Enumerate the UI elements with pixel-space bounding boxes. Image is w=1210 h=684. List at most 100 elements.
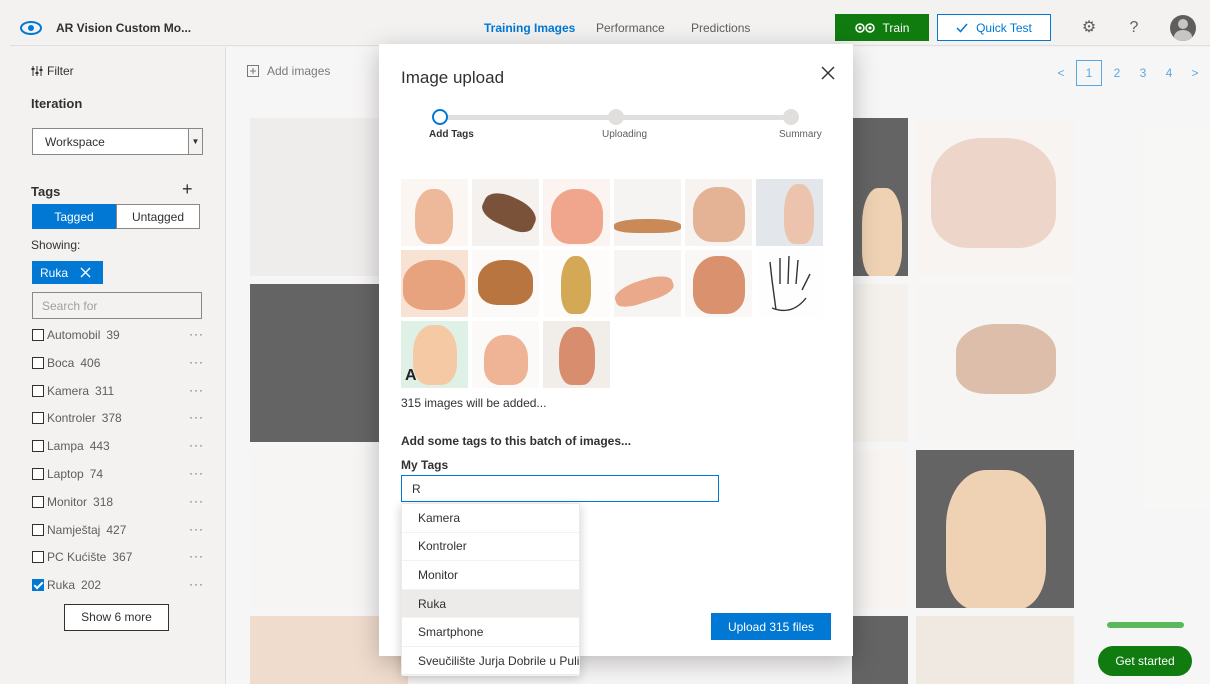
image-preview	[543, 321, 610, 388]
train-label: Train	[882, 20, 910, 35]
tag-count: 443	[89, 439, 110, 454]
filter-label: Filter	[47, 64, 74, 78]
more-options-icon[interactable]: ···	[189, 577, 204, 591]
suggestion-smartphone[interactable]: Smartphone	[402, 618, 579, 647]
suggestion-kontroler[interactable]: Kontroler	[402, 533, 579, 562]
tag-count: 318	[93, 494, 114, 509]
top-bar: AR Vision Custom Mo... Training Images P…	[10, 10, 1210, 47]
image-preview	[614, 250, 681, 317]
eye-icon[interactable]	[20, 18, 42, 38]
quick-test-label: Quick Test	[976, 20, 1032, 35]
more-options-icon[interactable]: ···	[189, 522, 204, 536]
help-icon[interactable]: ?	[1123, 17, 1145, 39]
untagged-toggle[interactable]: Untagged	[116, 204, 200, 229]
get-started-button[interactable]: Get started	[1098, 646, 1192, 676]
upload-files-button[interactable]: Upload 315 files	[711, 613, 831, 640]
tag-checkbox[interactable]	[32, 356, 44, 369]
tag-checkbox[interactable]	[32, 384, 44, 397]
more-options-icon[interactable]: ···	[189, 438, 204, 452]
active-tag-chip[interactable]: Ruka	[32, 261, 103, 284]
image-preview	[685, 250, 752, 317]
tag-checkbox[interactable]	[32, 329, 44, 341]
plus-icon[interactable]: +	[182, 180, 193, 198]
tag-count: 39	[106, 328, 120, 342]
tags-label: Tags	[31, 184, 61, 199]
more-options-icon[interactable]: ···	[189, 549, 204, 563]
more-options-icon[interactable]: ···	[189, 383, 204, 397]
step-dot-uploading	[608, 109, 624, 125]
tag-checkbox[interactable]	[32, 523, 44, 536]
tab-performance[interactable]: Performance	[596, 21, 665, 35]
onboarding-progress-bar	[1107, 622, 1184, 628]
tag-checkbox[interactable]	[32, 579, 44, 592]
filter-button[interactable]: Filter	[31, 64, 74, 78]
train-icon	[854, 22, 875, 33]
suggestion-sveuciliste[interactable]: Sveučilište Jurja Dobrile u Puli	[402, 647, 579, 676]
my-tags-input[interactable]: R	[401, 475, 719, 502]
step-label-add-tags: Add Tags	[429, 129, 474, 140]
tag-row[interactable]: Namještaj 427 ···	[32, 520, 204, 540]
tag-search-input[interactable]: Search for	[32, 292, 202, 319]
tag-row[interactable]: Lampa 443 ···	[32, 436, 204, 456]
tagged-toggle[interactable]: Tagged	[32, 204, 116, 229]
train-button[interactable]: Train	[835, 14, 929, 41]
tab-predictions[interactable]: Predictions	[691, 21, 750, 35]
tag-checkbox[interactable]	[32, 551, 44, 564]
tag-name: Laptop	[47, 467, 84, 481]
tag-row[interactable]: PC Kućište 367 ···	[32, 547, 204, 567]
tag-count: 311	[95, 383, 115, 398]
tag-row[interactable]: Ruka 202 ···	[32, 575, 204, 595]
tag-row[interactable]: Kamera 311 ···	[32, 381, 204, 401]
suggestion-ruka[interactable]: Ruka	[402, 589, 579, 619]
tag-count: 378	[101, 411, 122, 426]
tag-count: 74	[89, 467, 104, 481]
close-icon[interactable]	[819, 64, 837, 82]
avatar[interactable]	[1170, 15, 1196, 41]
filter-icon	[31, 66, 43, 76]
more-options-icon[interactable]: ···	[189, 410, 204, 424]
tab-training-images[interactable]: Training Images	[484, 21, 576, 47]
image-preview	[401, 250, 468, 317]
show-more-button[interactable]: Show 6 more	[64, 604, 169, 631]
step-dot-add-tags	[432, 109, 448, 125]
more-options-icon[interactable]: ···	[189, 355, 204, 369]
iteration-select[interactable]: Workspace ▼	[32, 128, 203, 155]
chip-label: Ruka	[40, 265, 69, 280]
tag-row[interactable]: Monitor 318 ···	[32, 492, 204, 512]
tag-name: Lampa	[47, 439, 84, 454]
my-tags-label: My Tags	[401, 458, 449, 472]
tag-row[interactable]: Laptop 74 ···	[32, 464, 204, 484]
step-label-summary: Summary	[779, 129, 822, 140]
image-preview	[401, 179, 468, 246]
tag-checkbox[interactable]	[32, 495, 44, 508]
iteration-label: Iteration	[31, 96, 83, 111]
tag-checkbox[interactable]	[32, 468, 44, 480]
gear-icon[interactable]: ⚙	[1078, 17, 1100, 39]
tag-name: PC Kućište	[47, 550, 107, 565]
tag-row[interactable]: Kontroler 378 ···	[32, 408, 204, 428]
tag-count: 367	[112, 550, 133, 565]
more-options-icon[interactable]: ···	[189, 494, 204, 508]
tag-name: Boca	[47, 355, 75, 370]
tag-row[interactable]: Boca 406 ···	[32, 353, 204, 373]
check-icon	[956, 23, 968, 33]
close-icon[interactable]	[80, 267, 91, 278]
tag-count: 202	[81, 578, 102, 593]
tag-checkbox[interactable]	[32, 412, 44, 425]
tag-name: Kontroler	[47, 411, 96, 426]
tag-suggestions-dropdown: Kamera Kontroler Monitor Ruka Smartphone…	[401, 503, 580, 676]
tag-name: Ruka	[47, 578, 76, 593]
tag-row[interactable]: Automobil 39 ···	[32, 325, 204, 345]
sidebar: Filter Iteration Workspace ▼ Tags + Tagg…	[10, 47, 226, 684]
tag-checkbox[interactable]	[32, 440, 44, 453]
suggestion-kamera[interactable]: Kamera	[402, 504, 579, 533]
iteration-value: Workspace	[45, 135, 105, 149]
suggestion-monitor[interactable]: Monitor	[402, 561, 579, 590]
more-options-icon[interactable]: ···	[189, 327, 204, 341]
tag-count: 427	[106, 522, 127, 537]
more-options-icon[interactable]: ···	[189, 466, 204, 480]
tag-name: Kamera	[47, 383, 90, 398]
quick-test-button[interactable]: Quick Test	[937, 14, 1051, 41]
app-title[interactable]: AR Vision Custom Mo...	[56, 21, 191, 35]
tag-name: Monitor	[47, 494, 88, 509]
